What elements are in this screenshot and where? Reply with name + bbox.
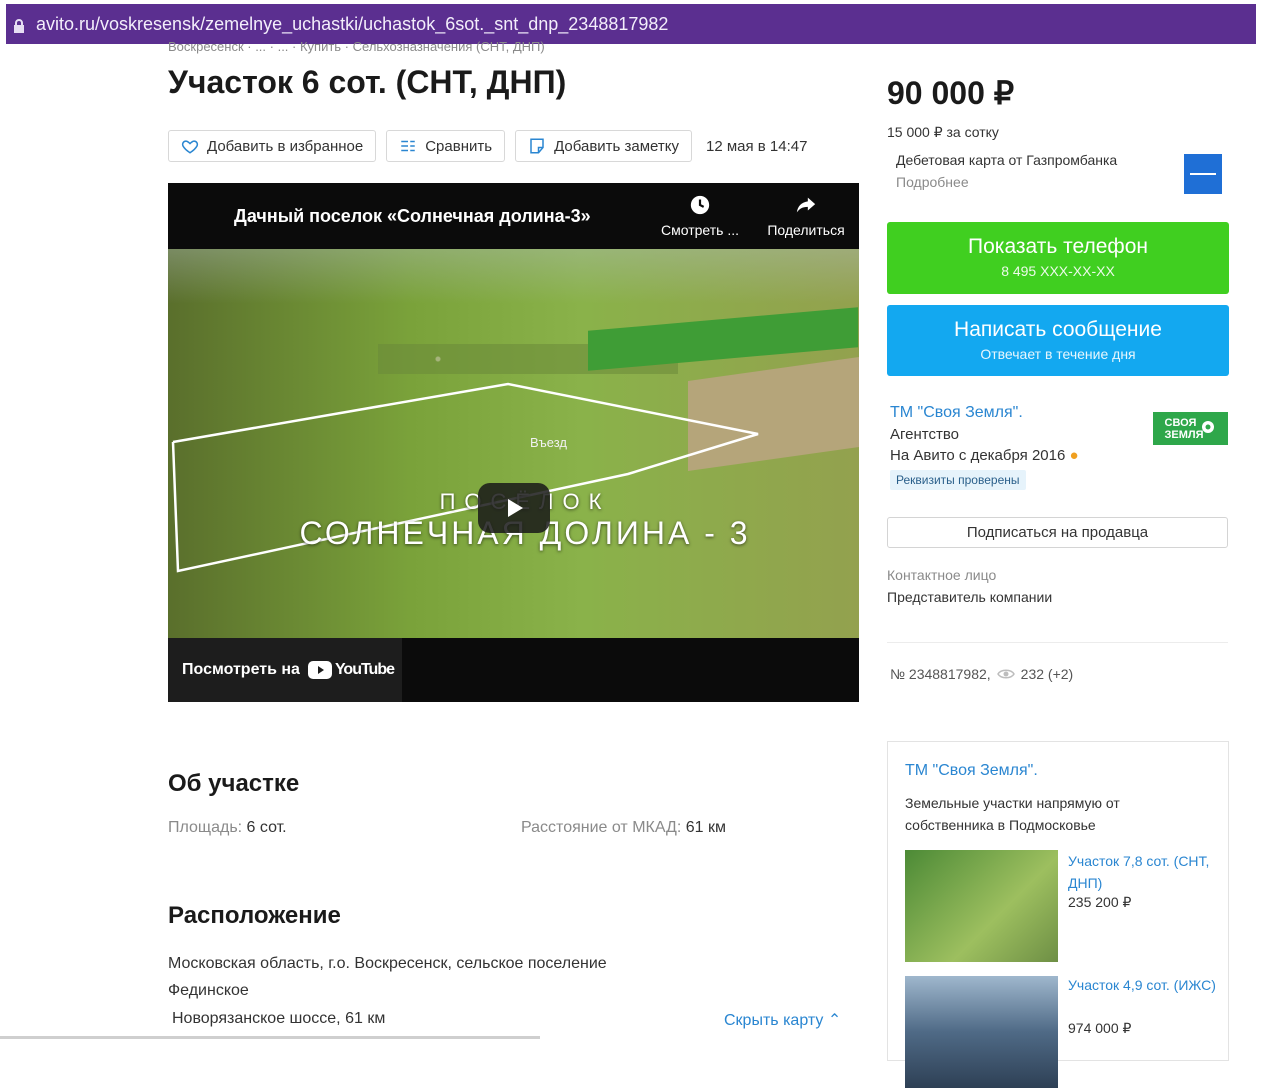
youtube-logo: YouTube — [307, 661, 395, 679]
compare-label: Сравнить — [425, 137, 493, 155]
show-phone-button[interactable]: Показать телефон 8 495 XXX-XX-XX — [887, 222, 1229, 294]
share-icon — [796, 197, 816, 213]
widget-item-price: 974 000 ₽ — [1068, 1020, 1132, 1036]
compare-button[interactable]: Сравнить — [386, 130, 506, 162]
contact-person: Контактное лицо Представитель компании — [887, 567, 1052, 605]
seller-logo[interactable]: СВОЯ ЗЕМЛЯ — [1153, 412, 1228, 445]
bank-ad-more-link[interactable]: Подробнее — [896, 174, 1117, 190]
views-count: 232 (+2) — [1020, 666, 1074, 682]
seller-name-link[interactable]: ТМ "Своя Земля". — [890, 404, 1079, 422]
video-footer: Посмотреть на YouTube — [168, 638, 859, 702]
area-value: 6 сот. — [246, 819, 287, 836]
youtube-play-icon — [307, 661, 332, 679]
seller-widget: ТМ "Своя Земля". Земельные участки напря… — [887, 741, 1229, 1088]
widget-item-thumbnail[interactable] — [905, 850, 1058, 962]
phone-masked: 8 495 XXX-XX-XX — [1001, 263, 1115, 279]
subscribe-seller-button[interactable]: Подписаться на продавца — [887, 517, 1228, 548]
reply-time: Отвечает в течение дня — [980, 346, 1136, 362]
address-line-1: Московская область, г.о. Воскресенск, се… — [168, 955, 607, 972]
hide-map-link[interactable]: Скрыть карту ⌃ — [724, 1010, 841, 1030]
widget-description: Земельные участки напрямую от собственни… — [905, 795, 1120, 833]
plot-outline — [171, 382, 759, 573]
widget-seller-name[interactable]: ТМ "Своя Земля". — [905, 762, 1038, 780]
compare-icon — [401, 140, 415, 152]
location-heading: Расположение — [168, 902, 341, 929]
watch-later-button[interactable]: Смотреть ... — [647, 194, 753, 238]
write-message-label: Написать сообщение — [954, 318, 1162, 341]
bank-ad[interactable]: Дебетовая карта от Газпромбанка Подробне… — [896, 152, 1117, 190]
watch-on-youtube-button[interactable]: Посмотреть на YouTube — [168, 638, 402, 702]
area-property: Площадь: 6 сот. — [168, 819, 287, 837]
medal-icon: ● — [1069, 447, 1079, 464]
seller-type: Агентство — [890, 426, 959, 443]
seller-info: ТМ "Своя Земля". Агентство На Авито с де… — [890, 404, 1079, 490]
breadcrumb-text[interactable]: Воскресенск · ... · ... · Купить · Сельх… — [168, 40, 545, 54]
area-label: Площадь: — [168, 819, 243, 836]
sidebar-divider — [887, 642, 1228, 643]
url-text[interactable]: avito.ru/voskresensk/zemelnye_uchastki/u… — [36, 14, 668, 35]
price-per-sotka: 15 000 ₽ за сотку — [887, 124, 999, 140]
entry-label: Въезд — [530, 435, 568, 450]
add-note-button[interactable]: Добавить заметку — [515, 130, 692, 162]
chevron-up-icon: ⌃ — [827, 1012, 842, 1029]
price: 90 000 ₽ — [887, 75, 1015, 111]
add-favorite-button[interactable]: Добавить в избранное — [168, 130, 377, 162]
widget-item-price: 235 200 ₽ — [1068, 894, 1132, 910]
verified-badge: Реквизиты проверены — [890, 470, 1026, 490]
about-heading: Об участке — [168, 770, 300, 797]
bank-ad-text: Дебетовая карта от Газпромбанка — [896, 152, 1118, 168]
page-title: Участок 6 сот. (СНТ, ДНП) — [168, 64, 567, 100]
distance-property: Расстояние от МКАД: 61 км — [521, 819, 726, 837]
browser-url-bar[interactable]: avito.ru/voskresensk/zemelnye_uchastki/u… — [6, 4, 1256, 44]
note-icon — [530, 138, 544, 154]
eye-icon — [996, 669, 1015, 679]
youtube-video-embed[interactable]: Дачный поселок «Солнечная долина-3» Смот… — [168, 183, 859, 702]
listing-actions: Добавить в избранное Сравнить Добавить з… — [168, 130, 807, 162]
widget-item-thumbnail[interactable] — [905, 976, 1058, 1088]
seller-since-text: На Авито с декабря 2016 — [890, 447, 1066, 464]
show-phone-label: Показать телефон — [968, 235, 1148, 258]
video-header: Дачный поселок «Солнечная долина-3» Смот… — [168, 183, 859, 249]
share-label: Поделиться — [767, 222, 845, 238]
heart-icon — [181, 140, 199, 154]
seller-logo-text: СВОЯ ЗЕМЛЯ — [1164, 416, 1204, 441]
youtube-wordmark: YouTube — [334, 661, 395, 678]
watch-on-label: Посмотреть на — [182, 661, 300, 678]
subscribe-label: Подписаться на продавца — [966, 524, 1149, 541]
widget-item-title[interactable]: Участок 7,8 сот. (СНТ, ДНП) — [1068, 850, 1218, 894]
road-info: Новорязанское шоссе, 61 км — [172, 1010, 386, 1027]
seller-since: На Авито с декабря 2016 ● — [890, 447, 1079, 464]
lock-icon — [12, 17, 26, 33]
listing-date: 12 мая в 14:47 — [706, 137, 808, 155]
video-thumbnail[interactable]: Въезд ПОСЁЛОК СОЛНЕЧНАЯ ДОЛИНА - 3 — [168, 249, 859, 638]
pin-icon — [1201, 420, 1214, 433]
add-note-label: Добавить заметку — [554, 137, 679, 155]
share-button[interactable]: Поделиться — [753, 194, 859, 238]
video-title[interactable]: Дачный поселок «Солнечная долина-3» — [234, 206, 647, 227]
watch-later-label: Смотреть ... — [661, 222, 739, 238]
contact-value: Представитель компании — [887, 589, 1053, 605]
distance-label: Расстояние от МКАД: — [521, 819, 682, 836]
contact-label: Контактное лицо — [887, 567, 997, 583]
address-line-2: Фединское — [168, 982, 249, 999]
clock-icon — [690, 195, 710, 215]
write-message-button[interactable]: Написать сообщение Отвечает в течение дн… — [887, 305, 1229, 376]
ad-meta: № 2348817982, 232 (+2) — [890, 666, 1073, 682]
distance-value: 61 км — [685, 819, 727, 836]
bank-card-icon[interactable] — [1184, 154, 1222, 194]
play-icon — [508, 499, 523, 517]
ad-number: № 2348817982, — [890, 666, 991, 682]
play-button[interactable] — [478, 483, 550, 533]
hide-map-label: Скрыть карту — [724, 1012, 824, 1029]
widget-item-title[interactable]: Участок 4,9 сот. (ИЖС) — [1068, 974, 1218, 996]
add-favorite-label: Добавить в избранное — [207, 137, 364, 155]
breadcrumb[interactable]: Воскресенск · ... · ... · Купить · Сельх… — [168, 40, 768, 56]
